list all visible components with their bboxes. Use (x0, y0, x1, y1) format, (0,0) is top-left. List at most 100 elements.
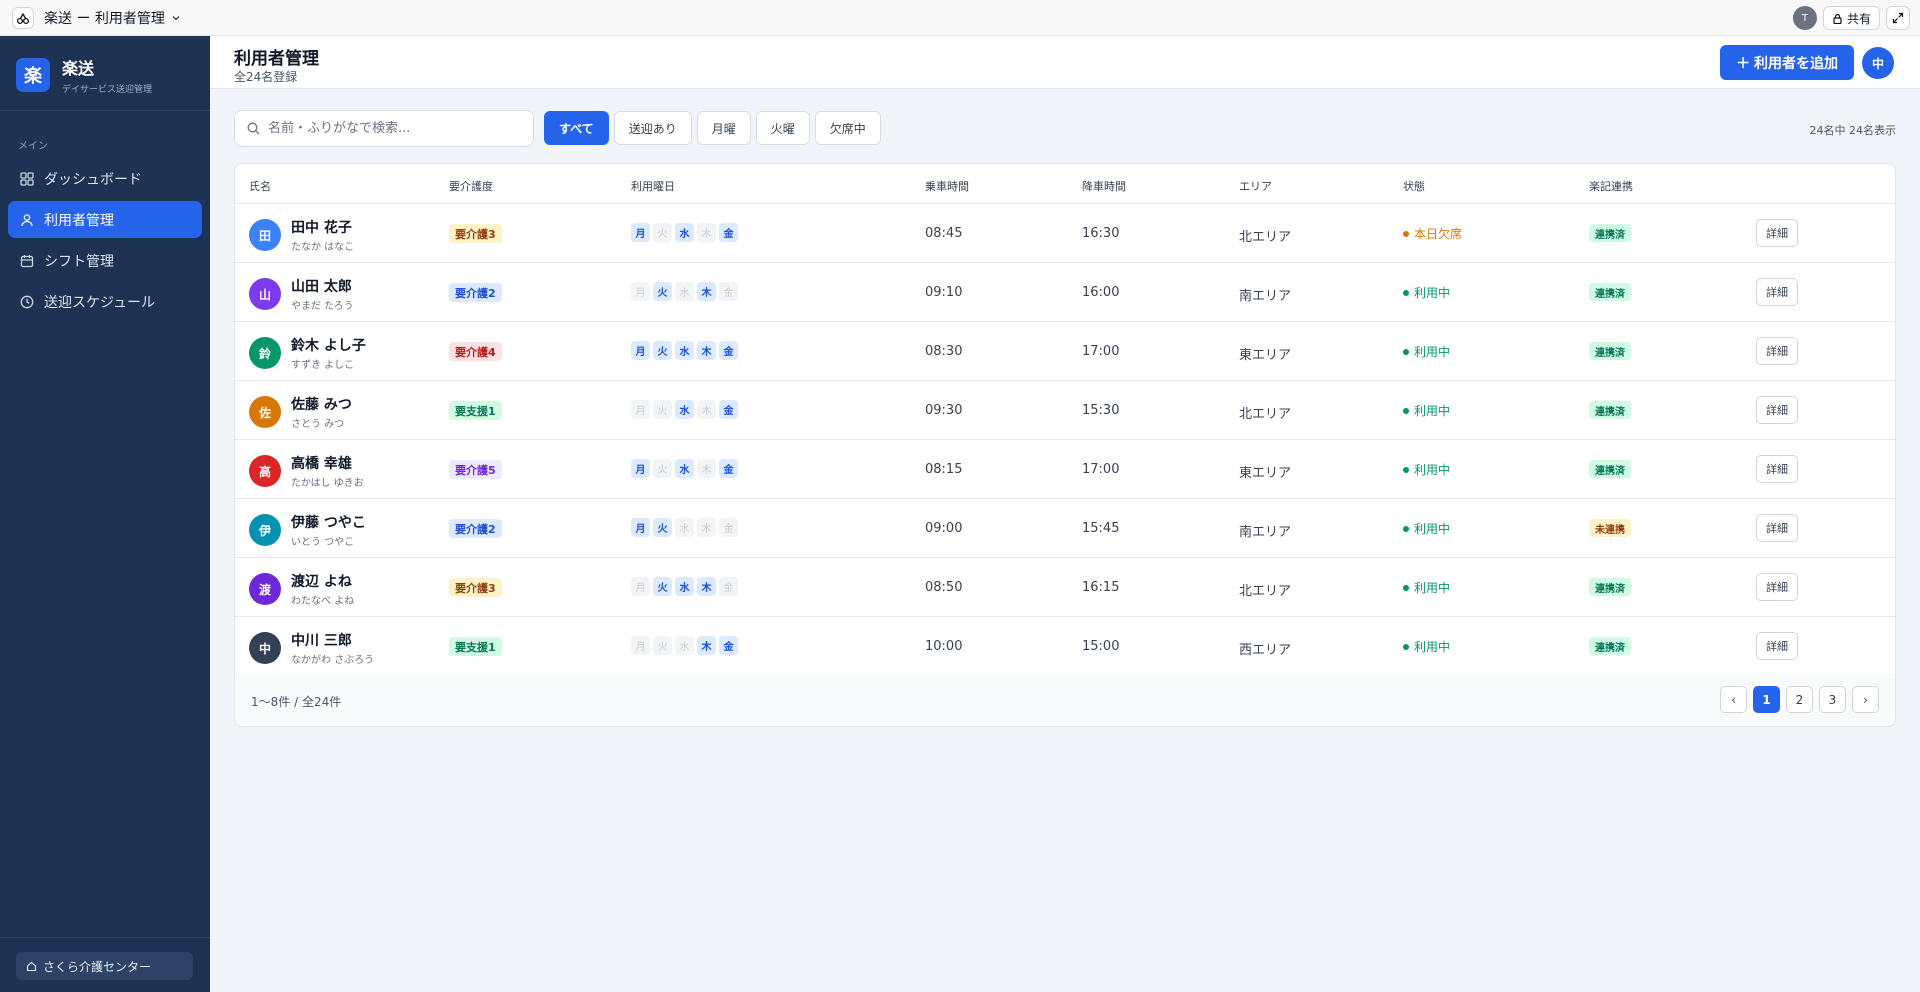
dropoff-time: 15:45 (1082, 521, 1120, 536)
avatar: 山 (249, 278, 281, 310)
filter-pickup[interactable]: 送迎あり (613, 111, 692, 145)
page-button-2[interactable]: 2 (1786, 686, 1813, 713)
sidebar-item-schedule[interactable]: 送迎スケジュール (8, 283, 202, 320)
avatar: 佐 (249, 396, 281, 428)
avatar: 渡 (249, 573, 281, 605)
chevron-down-icon[interactable] (171, 13, 181, 23)
column-header-name[interactable]: 氏名 (249, 178, 271, 194)
status-indicator: 利用中 (1403, 284, 1450, 301)
column-header-dropoff-time[interactable]: 降車時間 (1082, 178, 1126, 194)
care-level-badge: 要介護5 (449, 460, 502, 479)
table-row[interactable]: 山山田 太郎 やまだ たろう 要介護2 月火水木金 09:10 16:00 南エリア 利用中 連… (235, 263, 1895, 322)
weekday-chip: 木 (697, 223, 716, 242)
column-header-care-level[interactable]: 要介護度 (449, 178, 493, 194)
table-row[interactable]: 伊伊藤 つやこ いとう つやこ 要介護2 月火水木金 09:00 15:45 南エリア 利用中… (235, 499, 1895, 558)
detail-button[interactable]: 詳細 (1756, 573, 1798, 601)
detail-button[interactable]: 詳細 (1756, 278, 1798, 306)
filter-all[interactable]: すべて (544, 111, 609, 145)
weekday-chip: 火 (653, 459, 672, 478)
window-title[interactable]: 楽送 ー 利用者管理 (44, 8, 165, 28)
user-avatar[interactable]: 中 (1862, 47, 1894, 79)
pagination-range: 1〜8件 / 全24件 (251, 695, 342, 709)
pickup-time: 09:00 (925, 521, 963, 536)
user-name[interactable]: 渡辺 よね (291, 571, 352, 591)
filter-group: すべて 送迎あり 月曜 火曜 欠席中 (544, 111, 881, 145)
table-row[interactable]: 田田中 花子 たなか はなこ 要介護3 月火水木金 08:45 16:30 北エリア 本日欠席… (235, 204, 1895, 263)
pickup-time: 08:15 (925, 462, 963, 477)
column-header-weekdays[interactable]: 利用曜日 (631, 178, 675, 194)
weekday-chip: 木 (697, 636, 716, 655)
filter-monday[interactable]: 月曜 (696, 111, 751, 145)
weekday-chip: 月 (631, 577, 650, 596)
user-kana: なかがわ さぶろう (291, 655, 375, 666)
search-box[interactable] (234, 110, 534, 147)
search-input[interactable] (268, 121, 518, 136)
weekday-chip: 水 (675, 459, 694, 478)
share-button[interactable]: 共有 (1822, 6, 1880, 30)
weekday-chip: 金 (719, 341, 738, 360)
user-name[interactable]: 伊藤 つやこ (291, 512, 366, 532)
weekday-chips: 月火水木金 (631, 577, 738, 596)
status-text: 利用中 (1414, 463, 1451, 477)
page-header: 利用者管理 全24名登録 ＋ 利用者を追加 中 (210, 36, 1920, 89)
sidebar-item-label: 送迎スケジュール (44, 294, 156, 311)
page-subtitle: 全24名登録 (234, 70, 298, 84)
account-avatar[interactable]: T (1792, 6, 1817, 30)
user-name[interactable]: 高橋 幸雄 (291, 453, 352, 473)
filter-absent[interactable]: 欠席中 (814, 111, 881, 145)
user-name[interactable]: 田中 花子 (291, 217, 352, 237)
detail-button[interactable]: 詳細 (1756, 337, 1798, 365)
status-dot-icon (1403, 584, 1409, 591)
weekday-chip: 木 (697, 282, 716, 301)
detail-button[interactable]: 詳細 (1756, 514, 1798, 542)
column-header-status[interactable]: 状態 (1403, 178, 1425, 194)
weekday-chips: 月火水木金 (631, 459, 738, 478)
app-logo-icon[interactable] (12, 6, 34, 29)
sidebar-item-users[interactable]: 利用者管理 (8, 201, 202, 238)
detail-button[interactable]: 詳細 (1756, 632, 1798, 660)
grid-icon (20, 171, 34, 186)
user-name[interactable]: 鈴木 よし子 (291, 335, 366, 355)
clock-icon (20, 295, 34, 308)
weekday-chip: 木 (697, 341, 716, 360)
sidebar: 楽 楽送 デイサービス送迎管理 メイン ダッシュボード 利用者管理 シフト管理 … (0, 36, 210, 992)
prev-page-button[interactable]: ‹ (1720, 686, 1747, 713)
add-user-button[interactable]: ＋ 利用者を追加 (1720, 45, 1854, 80)
detail-button[interactable]: 詳細 (1756, 219, 1798, 247)
dropoff-time: 16:15 (1082, 580, 1120, 595)
weekday-chips: 月火水木金 (631, 518, 738, 537)
table-row[interactable]: 鈴鈴木 よし子 すずき よしこ 要介護4 月火水木金 08:30 17:00 東エリア 利用中… (235, 322, 1895, 381)
page-button-3[interactable]: 3 (1819, 686, 1846, 713)
brand-logo: 楽 (16, 58, 50, 92)
user-name[interactable]: 中川 三郎 (291, 630, 352, 650)
detail-button[interactable]: 詳細 (1756, 396, 1798, 424)
sidebar-item-label: ダッシュボード (44, 171, 142, 188)
sidebar-item-dashboard[interactable]: ダッシュボード (8, 160, 202, 197)
calendar-icon (20, 254, 34, 267)
page-button-1[interactable]: 1 (1753, 686, 1780, 713)
weekday-chip: 火 (653, 518, 672, 537)
table-row[interactable]: 高高橋 幸雄 たかはし ゆきお 要介護5 月火水木金 08:15 17:00 東エリア 利用中… (235, 440, 1895, 499)
column-header-area[interactable]: エリア (1239, 178, 1272, 194)
weekday-chip: 火 (653, 341, 672, 360)
table-row[interactable]: 佐佐藤 みつ さとう みつ 要支援1 月火水木金 09:30 15:30 北エリア 利用中 連携… (235, 381, 1895, 440)
filter-tuesday[interactable]: 火曜 (755, 111, 810, 145)
expand-icon[interactable] (1886, 6, 1910, 30)
sidebar-item-shifts[interactable]: シフト管理 (8, 242, 202, 279)
table-row[interactable]: 中中川 三郎 なかがわ さぶろう 要支援1 月火水木金 10:00 15:00 西エリア 利用… (235, 617, 1895, 676)
next-page-button[interactable]: › (1852, 686, 1879, 713)
user-name[interactable]: 佐藤 みつ (291, 394, 352, 414)
area: 東エリア (1239, 466, 1292, 481)
column-header-pickup-time[interactable]: 乗車時間 (925, 178, 969, 194)
table-row[interactable]: 渡渡辺 よね わたなべ よね 要介護3 月火水木金 08:50 16:15 北エリア 利用中 連… (235, 558, 1895, 617)
result-count: 24名中 24名表示 (1809, 124, 1897, 137)
user-kana: すずき よしこ (291, 360, 355, 371)
weekday-chip: 月 (631, 400, 650, 419)
link-status-badge: 連携済 (1589, 224, 1631, 242)
link-status-badge: 連携済 (1589, 283, 1631, 301)
facility-selector[interactable]: さくら介護センター (16, 952, 193, 980)
link-status-badge: 連携済 (1589, 342, 1631, 360)
column-header-link[interactable]: 楽記連携 (1589, 178, 1633, 194)
user-name[interactable]: 山田 太郎 (291, 276, 352, 296)
detail-button[interactable]: 詳細 (1756, 455, 1798, 483)
